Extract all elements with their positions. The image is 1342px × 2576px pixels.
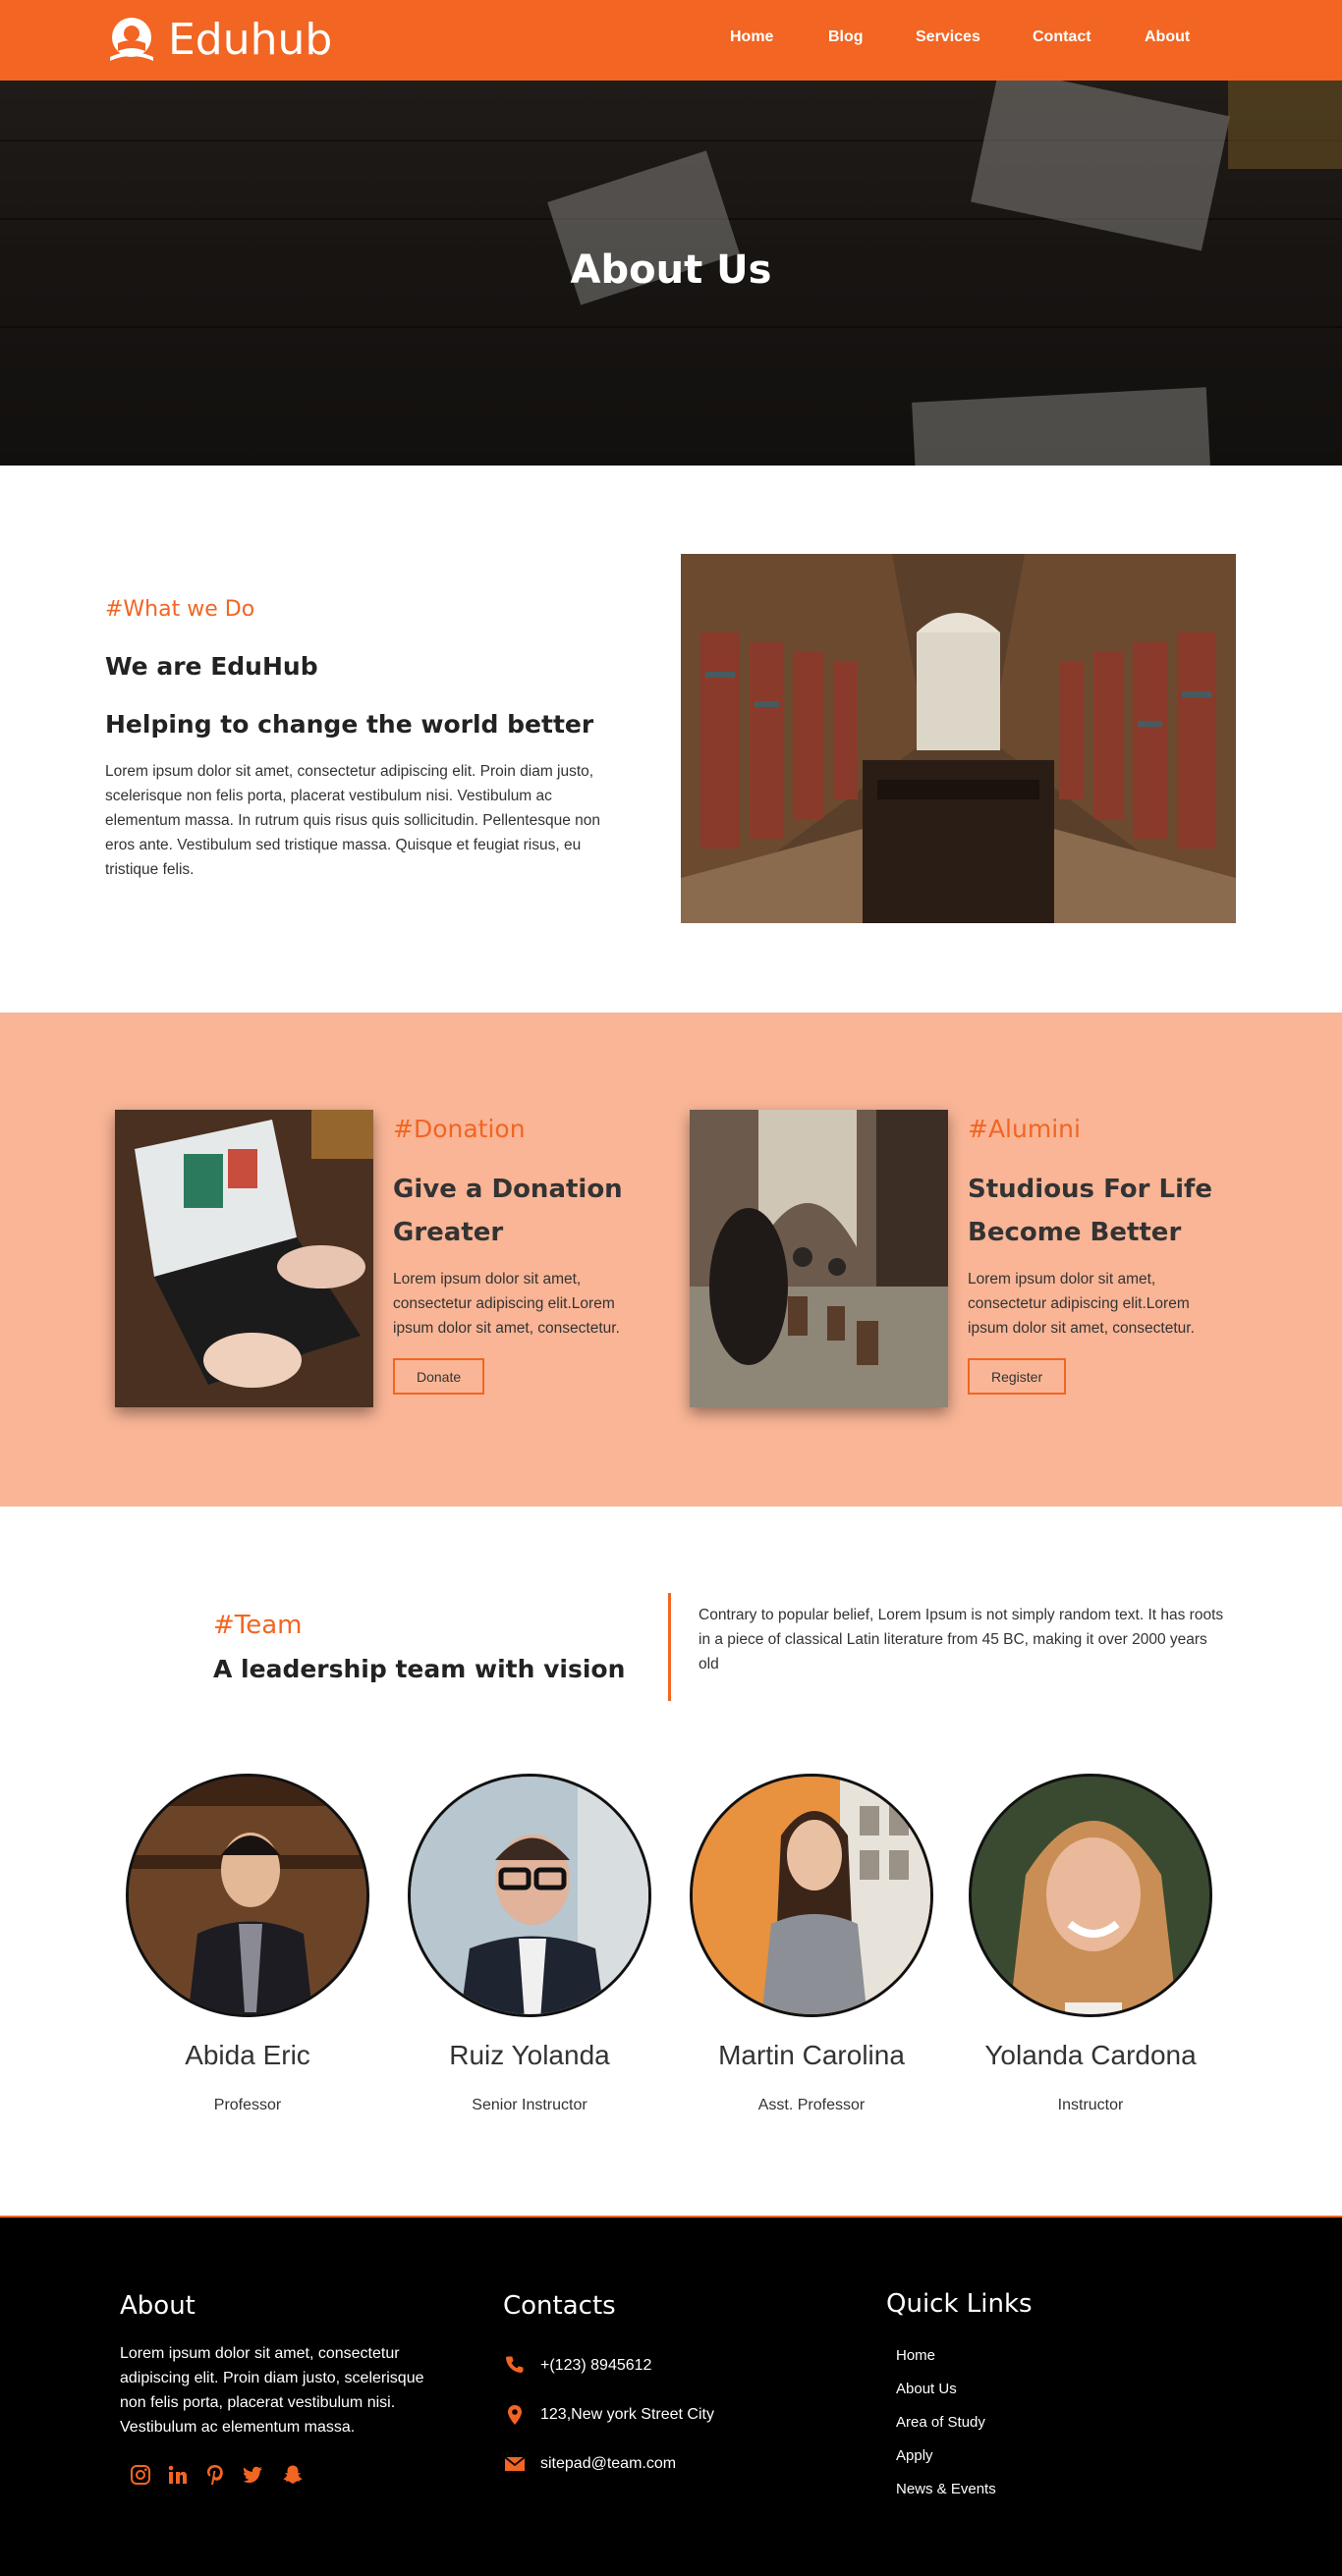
footer-about-heading: About: [120, 2291, 196, 2321]
footer-links-heading: Quick Links: [886, 2289, 1033, 2319]
alumni-tag: #Alumini: [968, 1115, 1081, 1143]
nav-home[interactable]: Home: [730, 28, 773, 46]
quick-link-apply[interactable]: Apply: [896, 2447, 933, 2464]
footer-contacts-heading: Contacts: [503, 2291, 616, 2321]
member-avatar: [408, 1774, 651, 2017]
map-marker-icon: [508, 2405, 522, 2425]
contact-email[interactable]: sitepad@team.com: [503, 2451, 676, 2477]
main-nav: Home Blog Services Contact About: [0, 28, 1342, 52]
member-name: Abida Eric: [185, 2040, 310, 2070]
member-role: Professor: [213, 2097, 282, 2113]
member-role: Senior Instructor: [472, 2097, 587, 2113]
linkedin-icon[interactable]: [166, 2463, 190, 2487]
donate-button[interactable]: Donate: [393, 1358, 485, 1395]
intro-tag: #What we Do: [105, 597, 255, 622]
nav-services[interactable]: Services: [916, 28, 980, 46]
member-avatar: [969, 1774, 1212, 2017]
quick-link-area-of-study[interactable]: Area of Study: [896, 2414, 985, 2431]
nav-contact[interactable]: Contact: [1033, 28, 1091, 46]
highlights-band: #Donation Give a Donation Greater Lorem …: [0, 1013, 1342, 1507]
member-name: Yolanda Cardona: [984, 2040, 1197, 2070]
team-divider: [668, 1593, 671, 1701]
team-description: Contrary to popular belief, Lorem Ipsum …: [699, 1607, 1224, 1672]
team-heading: A leadership team with vision: [213, 1655, 626, 1683]
contact-address: 123,New york Street City: [503, 2402, 714, 2428]
alumni-title: Studious For Life Become Better: [968, 1175, 1212, 1247]
contact-address-text: 123,New york Street City: [540, 2406, 714, 2423]
member-role: Instructor: [1057, 2097, 1124, 2113]
quick-link-news-events[interactable]: News & Events: [896, 2481, 996, 2497]
member-avatar: [126, 1774, 369, 2017]
contact-email-text: sitepad@team.com: [540, 2455, 677, 2472]
donation-title: Give a Donation Greater: [393, 1175, 623, 1247]
member-name: Ruiz Yolanda: [449, 2040, 610, 2070]
register-button[interactable]: Register: [968, 1358, 1067, 1395]
member-role: Asst. Professor: [757, 2097, 866, 2113]
envelope-icon: [504, 2456, 526, 2471]
intro-subheading: Helping to change the world better: [105, 710, 594, 739]
quick-link-about-us[interactable]: About Us: [896, 2381, 957, 2397]
laptop-image: [115, 1110, 373, 1407]
top-navbar: Eduhub Home Blog Services Contact About: [0, 0, 1342, 81]
nav-about[interactable]: About: [1145, 28, 1190, 46]
footer-about-text: Lorem ipsum dolor sit amet, consectetur …: [120, 2345, 424, 2436]
quick-link-home[interactable]: Home: [896, 2347, 935, 2364]
hero-banner: About Us: [0, 81, 1342, 466]
donation-tag: #Donation: [393, 1115, 526, 1143]
intro-heading: We are EduHub: [105, 652, 318, 681]
team-tag: #Team: [213, 1611, 303, 1640]
twitter-icon[interactable]: [241, 2463, 264, 2487]
instagram-icon[interactable]: [129, 2463, 152, 2487]
classroom-image: [690, 1110, 948, 1407]
hero-title: About Us: [570, 247, 772, 293]
donation-text: Lorem ipsum dolor sit amet, consectetur …: [393, 1271, 620, 1337]
snapchat-icon[interactable]: [281, 2463, 305, 2487]
pinterest-icon[interactable]: [203, 2463, 227, 2487]
member-name: Martin Carolina: [718, 2040, 905, 2070]
contact-phone-text: +(123) 8945612: [540, 2357, 652, 2374]
library-image: [681, 554, 1236, 923]
member-avatar: [690, 1774, 933, 2017]
contact-phone[interactable]: +(123) 8945612: [503, 2353, 651, 2379]
phone-icon: [505, 2356, 524, 2374]
intro-body: Lorem ipsum dolor sit amet, consectetur …: [105, 763, 600, 878]
alumni-text: Lorem ipsum dolor sit amet, consectetur …: [968, 1271, 1195, 1337]
nav-blog[interactable]: Blog: [828, 28, 864, 46]
